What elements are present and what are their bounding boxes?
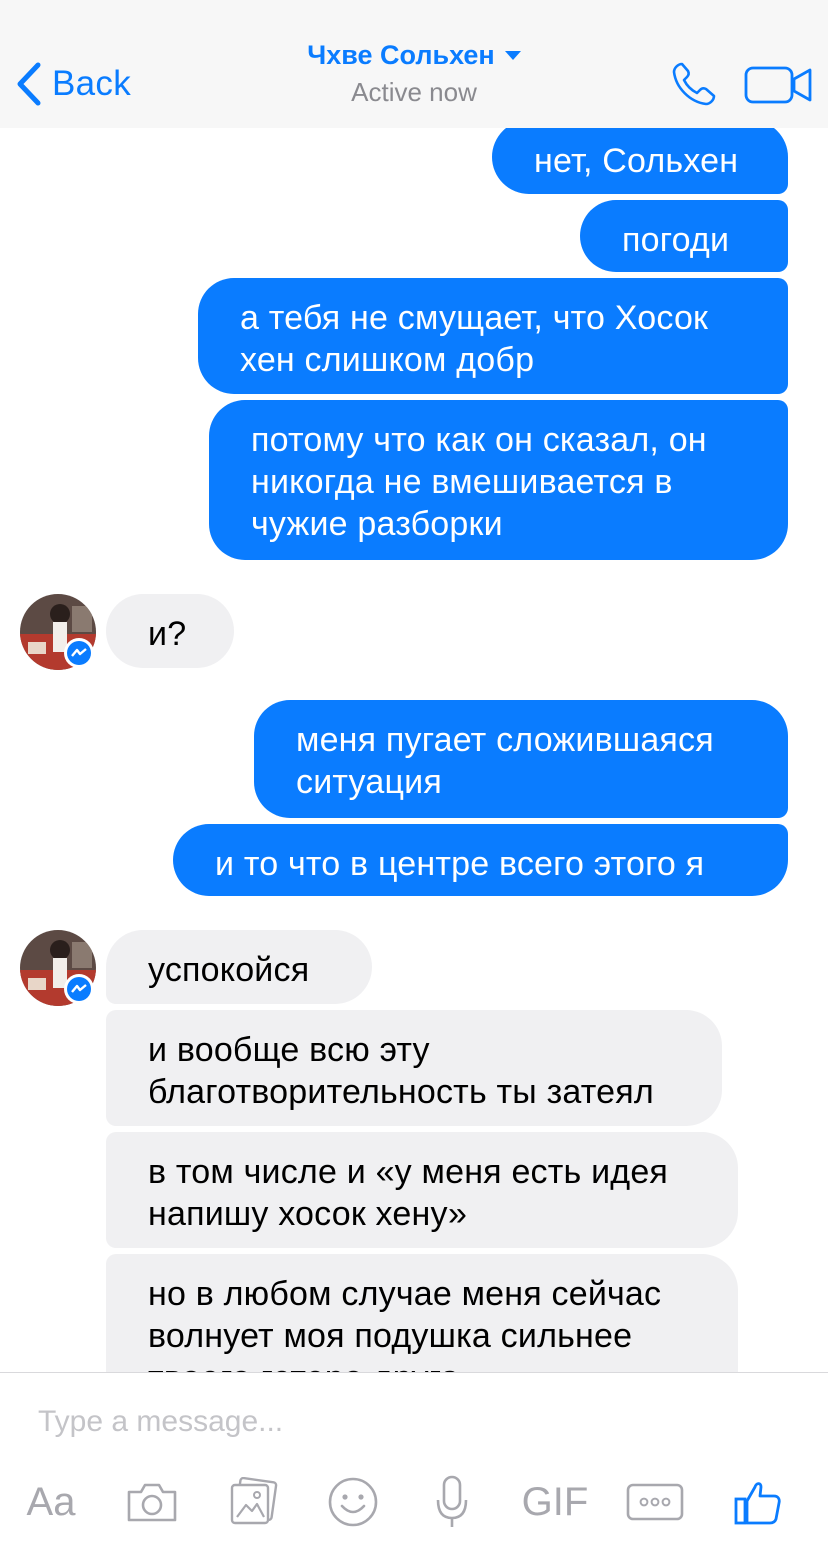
message-outgoing[interactable]: потому что как он сказал, он никогда не … (209, 400, 788, 560)
contact-name[interactable]: Чхве Сольхен (307, 40, 494, 71)
message-outgoing[interactable]: и то что в центре всего этого я (173, 824, 788, 896)
back-button[interactable]: Back (14, 58, 131, 110)
phone-icon[interactable] (670, 60, 720, 108)
message-outgoing[interactable]: меня пугает сложившаяся ситуация (254, 700, 788, 818)
microphone-icon (436, 1475, 468, 1527)
photo-gallery-button[interactable] (226, 1473, 282, 1531)
message-input[interactable] (36, 1399, 800, 1445)
chevron-left-icon (17, 62, 41, 106)
thumbs-up-icon (734, 1482, 781, 1525)
camera-button[interactable] (124, 1473, 180, 1531)
message-list[interactable]: нет, Сольхен погоди а тебя не смущает, ч… (0, 128, 828, 1372)
chevron-down-icon[interactable] (504, 51, 521, 60)
camera-icon (127, 1483, 177, 1522)
emoji-icon (328, 1477, 378, 1527)
message-outgoing[interactable]: погоди (580, 200, 788, 272)
photo-gallery-icon (230, 1477, 278, 1525)
video-camera-icon[interactable] (744, 64, 814, 106)
like-button[interactable] (732, 1473, 784, 1531)
composer-bar: Aa GIF (0, 1372, 828, 1551)
active-status: Active now (351, 77, 477, 107)
text-format-label: Aa (26, 1479, 76, 1524)
emoji-button[interactable] (326, 1473, 380, 1531)
gif-label: GIF (521, 1479, 589, 1524)
text-format-button[interactable]: Aa (20, 1473, 82, 1531)
messenger-badge-icon (64, 638, 94, 668)
message-outgoing[interactable]: нет, Сольхен (492, 128, 788, 194)
message-incoming[interactable]: в том числе и «у меня есть идея напишу х… (106, 1132, 738, 1248)
message-outgoing[interactable]: а тебя не смущает, что Хосок хен слишком… (198, 278, 788, 394)
microphone-button[interactable] (432, 1473, 472, 1531)
back-label: Back (52, 64, 132, 103)
message-incoming[interactable]: успокойся (106, 930, 372, 1004)
message-incoming[interactable]: и вообще всю эту благотворительность ты … (106, 1010, 722, 1126)
gif-button[interactable]: GIF (518, 1473, 592, 1531)
contact-title[interactable]: Чхве Сольхен Active now (214, 40, 614, 108)
more-button[interactable] (626, 1473, 684, 1531)
more-icon (626, 1483, 684, 1521)
message-incoming[interactable]: и? (106, 594, 234, 668)
message-incoming[interactable]: но в любом случае меня сейчас волнует мо… (106, 1254, 738, 1372)
messenger-badge-icon (64, 974, 94, 1004)
conversation-header: Back Чхве Сольхен Active now (0, 0, 828, 128)
